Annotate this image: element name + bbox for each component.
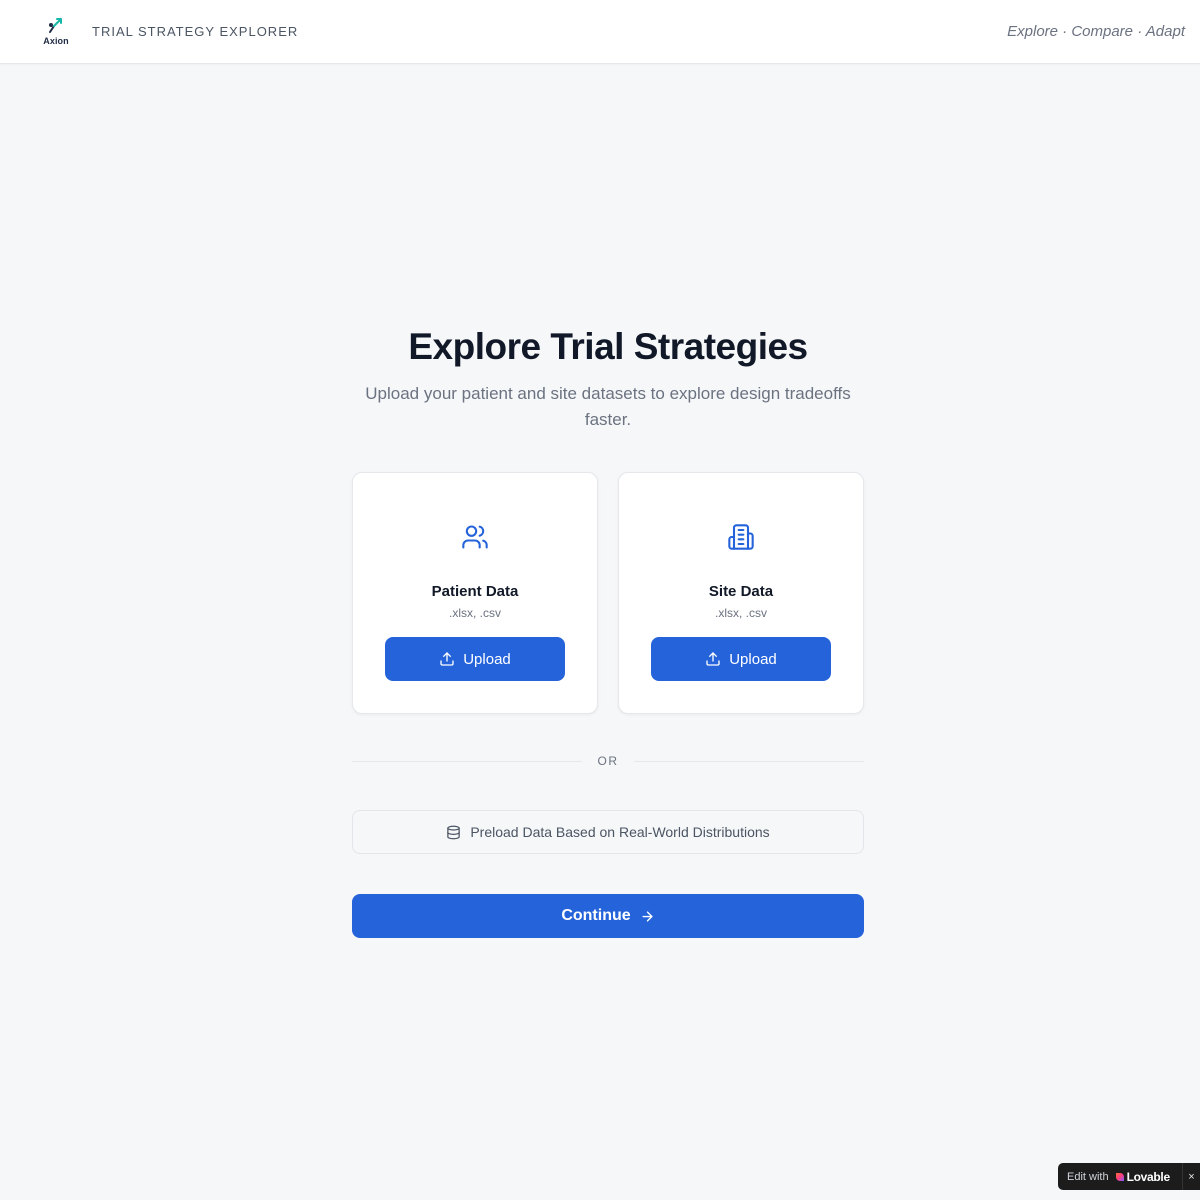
logo-mark-icon <box>49 18 62 33</box>
upload-icon <box>706 652 720 666</box>
site-upload-label: Upload <box>729 650 777 668</box>
patient-data-title: Patient Data <box>431 583 519 600</box>
axion-logo[interactable]: Axion <box>40 16 72 48</box>
badge-prefix: Edit with <box>1067 1170 1109 1183</box>
site-upload-button[interactable]: Upload <box>651 637 831 681</box>
preload-data-button[interactable]: Preload Data Based on Real-World Distrib… <box>352 810 864 854</box>
site-data-formats: .xlsx, .csv <box>714 606 767 620</box>
preload-label: Preload Data Based on Real-World Distrib… <box>470 824 770 840</box>
building-icon <box>728 524 754 550</box>
site-data-title: Site Data <box>708 583 774 600</box>
arrow-right-icon <box>642 910 653 922</box>
app-title: TRIAL STRATEGY EXPLORER <box>92 24 299 39</box>
patient-upload-button[interactable]: Upload <box>385 637 565 681</box>
divider-line-right <box>634 761 864 762</box>
upload-icon <box>440 652 454 666</box>
logo-text: Axion <box>43 36 69 46</box>
patient-data-card: Patient Data .xlsx, .csv Upload <box>352 472 598 714</box>
lovable-heart-icon <box>1115 1172 1124 1181</box>
continue-button[interactable]: Continue <box>352 894 864 938</box>
badge-close-button[interactable]: × <box>1182 1163 1200 1190</box>
database-icon <box>447 825 461 839</box>
divider-line-left <box>352 761 582 762</box>
badge-brand: Lovable <box>1126 1169 1171 1184</box>
patient-data-formats: .xlsx, .csv <box>448 606 501 620</box>
header-tagline: Explore · Compare · Adapt <box>1007 23 1185 40</box>
continue-label: Continue <box>561 907 631 924</box>
lovable-badge[interactable]: Edit with Lovable × <box>1058 1163 1200 1190</box>
top-header: Axion TRIAL STRATEGY EXPLORER Explore · … <box>0 0 1200 64</box>
patient-upload-label: Upload <box>463 650 511 668</box>
divider-label: OR <box>597 754 619 768</box>
site-data-card: Site Data .xlsx, .csv Upload <box>618 472 864 714</box>
page-subtitle: Upload your patient and site datasets to… <box>365 384 851 429</box>
page-title: Explore Trial Strategies <box>408 326 808 367</box>
users-icon <box>462 525 488 549</box>
or-divider: OR <box>352 752 864 772</box>
